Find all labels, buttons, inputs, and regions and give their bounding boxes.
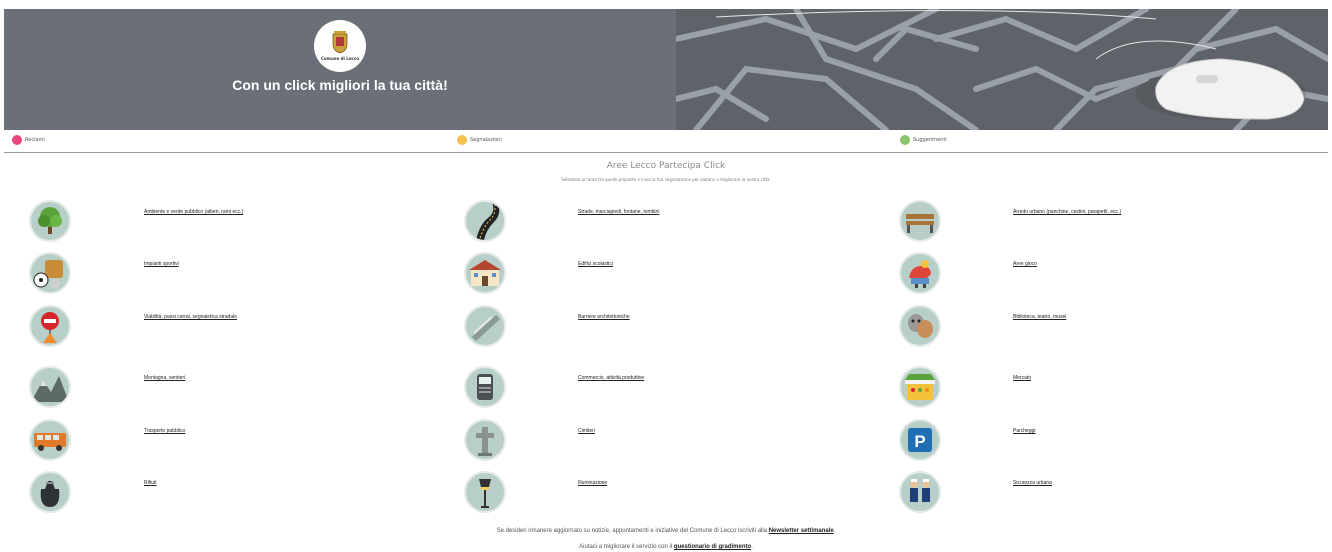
mountain-icon[interactable] bbox=[29, 366, 71, 408]
category-arredo[interactable] bbox=[899, 200, 941, 242]
category-parcheggi[interactable]: P bbox=[899, 419, 941, 461]
category-link-commercio[interactable]: Commercio, attività produttive bbox=[578, 375, 644, 381]
category-link-trasporto[interactable]: Trasporto pubblico bbox=[144, 428, 185, 434]
category-link-strade[interactable]: Strade, marciapiedi, fontane, tombini bbox=[578, 209, 659, 215]
divider bbox=[4, 152, 1328, 153]
legend-label: Segnalazioni bbox=[470, 137, 502, 143]
road-icon[interactable] bbox=[464, 200, 506, 242]
category-barriere[interactable] bbox=[464, 305, 506, 347]
category-biblioteca[interactable] bbox=[899, 305, 941, 347]
city-logo[interactable]: Comune di Lecco bbox=[314, 20, 366, 72]
category-illuminazione[interactable] bbox=[464, 471, 506, 513]
survey-note: Aiutaci a migliorare il servizio con il … bbox=[579, 544, 753, 550]
category-strade[interactable] bbox=[464, 200, 506, 242]
category-link-montagna[interactable]: Montagna, sentieri bbox=[144, 375, 185, 381]
reclami-dot-icon bbox=[12, 135, 22, 145]
theatre-icon[interactable] bbox=[899, 305, 941, 347]
newsletter-note: Se desideri rimanere aggiornato su notiz… bbox=[496, 528, 836, 534]
sports-icon[interactable] bbox=[29, 252, 71, 294]
section-title: Aree Lecco Partecipa Click bbox=[606, 161, 726, 171]
category-link-arredo[interactable]: Arredo urbano (panchine, cestini, parape… bbox=[1013, 209, 1121, 215]
section-subtitle: Seleziona un'area tra quelle proposte e … bbox=[561, 177, 771, 182]
category-link-impianti[interactable]: Impianti sportivi bbox=[144, 261, 179, 267]
police-icon[interactable] bbox=[899, 471, 941, 513]
newsletter-link[interactable]: Newsletter settimanale bbox=[769, 528, 834, 534]
crest-icon bbox=[332, 30, 348, 53]
category-link-mercato[interactable]: Mercato bbox=[1013, 375, 1031, 381]
road-sign-icon[interactable] bbox=[29, 305, 71, 347]
logo-text: Comune di Lecco bbox=[320, 55, 360, 61]
category-commercio[interactable] bbox=[464, 366, 506, 408]
legend-segnalazioni[interactable]: Segnalazioni bbox=[457, 135, 502, 145]
hero-banner: Comune di Lecco Con un click migliori la… bbox=[4, 9, 1328, 130]
shop-terminal-icon[interactable] bbox=[464, 366, 506, 408]
svg-text:P: P bbox=[914, 432, 925, 451]
category-edifici[interactable] bbox=[464, 252, 506, 294]
legend-suggerimenti[interactable]: Suggerimenti bbox=[900, 135, 947, 145]
suggerimenti-dot-icon bbox=[900, 135, 910, 145]
category-link-rifiuti[interactable]: Rifiuti bbox=[144, 480, 157, 486]
legend-reclami[interactable]: Reclami bbox=[12, 135, 45, 145]
category-link-cimiteri[interactable]: Cimiteri bbox=[578, 428, 595, 434]
legend-label: Suggerimenti bbox=[913, 137, 947, 143]
segnalazioni-dot-icon bbox=[457, 135, 467, 145]
streetlamp-icon[interactable] bbox=[464, 471, 506, 513]
bus-icon[interactable] bbox=[29, 419, 71, 461]
category-aree-gioco[interactable] bbox=[899, 252, 941, 294]
category-montagna[interactable] bbox=[29, 366, 71, 408]
category-link-biblioteca[interactable]: Biblioteca, teatro, musei bbox=[1013, 314, 1066, 320]
category-link-aree-gioco[interactable]: Aree gioco bbox=[1013, 261, 1037, 267]
category-cimiteri[interactable] bbox=[464, 419, 506, 461]
parking-icon[interactable]: P bbox=[899, 419, 941, 461]
category-mercato[interactable] bbox=[899, 366, 941, 408]
trash-bag-icon[interactable] bbox=[29, 471, 71, 513]
ramp-icon[interactable] bbox=[464, 305, 506, 347]
category-link-barriere[interactable]: Barriere architettoniche bbox=[578, 314, 630, 320]
school-icon[interactable] bbox=[464, 252, 506, 294]
category-viabilita[interactable] bbox=[29, 305, 71, 347]
category-rifiuti[interactable] bbox=[29, 471, 71, 513]
newsletter-text: Se desideri rimanere aggiornato su notiz… bbox=[496, 528, 768, 534]
category-link-sicurezza[interactable]: Sicurezza urbana bbox=[1013, 480, 1052, 486]
category-link-ambiente[interactable]: Ambiente e verde pubblico (alberi, rami … bbox=[144, 209, 243, 215]
banner-map-image bbox=[673, 9, 1328, 130]
category-trasporto[interactable] bbox=[29, 419, 71, 461]
tree-icon[interactable] bbox=[29, 200, 71, 242]
legend-label: Reclami bbox=[25, 137, 45, 143]
cross-icon[interactable] bbox=[464, 419, 506, 461]
category-sicurezza[interactable] bbox=[899, 471, 941, 513]
map-illustration-icon bbox=[673, 9, 1328, 130]
market-icon[interactable] bbox=[899, 366, 941, 408]
playground-icon[interactable] bbox=[899, 252, 941, 294]
banner-left: Comune di Lecco Con un click migliori la… bbox=[4, 9, 676, 130]
tagline: Con un click migliori la tua città! bbox=[232, 77, 448, 93]
survey-text: Aiutaci a migliorare il servizio con il bbox=[579, 544, 673, 550]
category-link-edifici[interactable]: Edifici scolastici bbox=[578, 261, 613, 267]
category-link-illuminazione[interactable]: Illuminazione bbox=[578, 480, 607, 486]
legend-bar: Reclami Segnalazioni Suggerimenti bbox=[0, 135, 1332, 151]
category-ambiente[interactable] bbox=[29, 200, 71, 242]
category-impianti[interactable] bbox=[29, 252, 71, 294]
category-link-parcheggi[interactable]: Parcheggi bbox=[1013, 428, 1036, 434]
category-link-viabilita[interactable]: Viabilità, passi carrai, segnaletica str… bbox=[144, 314, 237, 320]
survey-link[interactable]: questionario di gradimento bbox=[674, 544, 751, 550]
bench-icon[interactable] bbox=[899, 200, 941, 242]
